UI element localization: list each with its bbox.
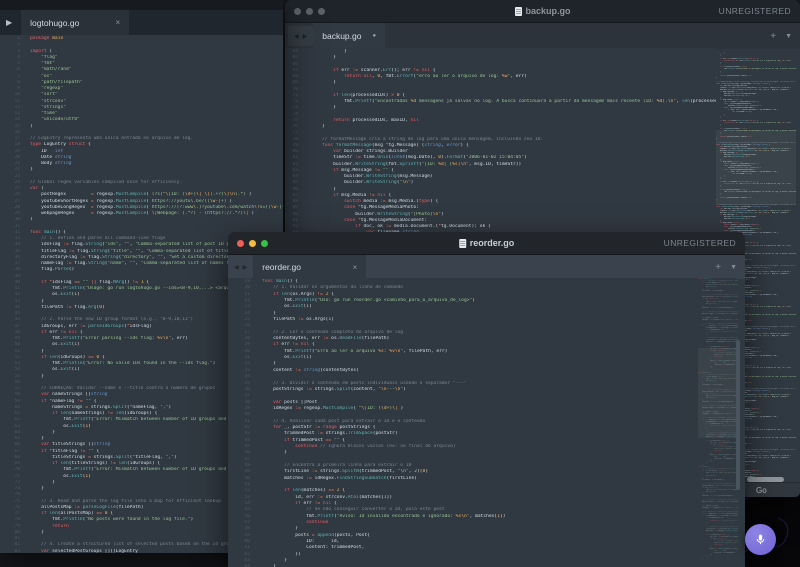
code-line[interactable]: webpageRegex = regexp.MustCompile(`\|Web… <box>30 211 283 217</box>
tab-overflow-button[interactable]: ▼ <box>785 33 792 40</box>
desktop: backup.go UNREGISTERED ◀▶ backup.go ● + … <box>0 0 800 567</box>
code-lines[interactable]: func main() { // 1. Validar os argumento… <box>262 278 736 567</box>
minimap-line: content := string(contentBytes) <box>698 307 738 309</box>
tab-scroll-left-icon[interactable]: ◀ <box>294 33 299 40</box>
tab-label: backup.go <box>322 31 361 41</box>
new-tab-button[interactable]: + <box>770 31 776 42</box>
voice-assistant-button[interactable] <box>745 524 776 555</box>
microphone-icon <box>754 533 767 546</box>
unsaved-changes-icon: ● <box>372 33 376 39</box>
minimap-line: idRegex := regexp.MustCompile(`^\|ID: (\… <box>698 507 738 509</box>
close-tab-icon[interactable]: × <box>115 18 120 27</box>
window-reorder[interactable]: reorder.go UNREGISTERED ◀▶ reorder.go × … <box>228 232 745 567</box>
minimize-window-button[interactable] <box>249 240 256 247</box>
tab-nav-arrows: ▶ <box>0 10 18 35</box>
minimap-line: matches := idRegex.FindStringSubmatch(fi… <box>698 530 738 532</box>
tab-label: reorder.go <box>262 262 301 272</box>
code-line[interactable]: fmt.Printf("Encontradas %d mensagens já … <box>322 99 716 105</box>
minimap-line: postStrings := strings.Split(content, "\… <box>698 313 738 315</box>
minimap-line: return nil, 0, fmt.Errorf("erro ao ler o… <box>716 122 796 124</box>
window-controls <box>237 240 268 247</box>
zoom-window-button[interactable] <box>261 240 268 247</box>
tab-overflow-button[interactable]: ▼ <box>730 264 737 271</box>
tab-scroll-right-icon[interactable]: ▶ <box>243 264 248 271</box>
titlebar-reorder[interactable]: reorder.go UNREGISTERED <box>228 232 745 255</box>
minimap-line: postStrings := strings.Split(content, "\… <box>698 501 738 503</box>
minimap-line: return nil, 0, fmt.Errorf("erro ao ler o… <box>716 60 796 62</box>
minimap-line: } <box>698 558 738 560</box>
tab-reorder-go[interactable]: reorder.go × <box>253 255 366 279</box>
minimap-viewport[interactable] <box>716 130 796 205</box>
zoom-window-button[interactable] <box>318 8 325 15</box>
tab-backup-go[interactable]: backup.go ● <box>313 23 385 49</box>
line-number: 83 <box>0 549 20 554</box>
tab-bar-backup: ◀▶ backup.go ● + ▼ <box>285 23 800 49</box>
titlebar-backup[interactable]: backup.go UNREGISTERED <box>285 0 800 23</box>
unregistered-label: UNREGISTERED <box>719 6 791 16</box>
tab-nav-arrows: ◀▶ <box>288 26 313 46</box>
tab-label: logtohugo.go <box>30 18 79 28</box>
close-window-button[interactable] <box>237 240 244 247</box>
window-title: backup.go <box>525 6 570 16</box>
new-tab-button[interactable]: + <box>715 262 721 273</box>
syntax-mode-label[interactable]: Go <box>756 486 767 495</box>
code-editor-reorder[interactable]: 1920212223242526272829303132333435363738… <box>228 278 736 567</box>
minimap-line: fmt.Printf("Encontradas %d mensagens já … <box>716 68 796 70</box>
line-number-gutter: 1234567891011121314151617181920212223242… <box>0 35 20 553</box>
tab-actions: + ▼ <box>707 255 745 279</box>
close-window-button[interactable] <box>294 8 301 15</box>
unregistered-label: UNREGISTERED <box>664 238 736 248</box>
tab-scroll-right-icon[interactable]: ▶ <box>303 33 308 40</box>
tab-scroll-right-icon[interactable]: ▶ <box>6 18 12 27</box>
close-tab-icon[interactable]: × <box>353 263 358 272</box>
tab-bar-reorder: ◀▶ reorder.go × + ▼ <box>228 255 745 279</box>
minimap-line: idRegex := regexp.MustCompile(`^\|ID: (\… <box>698 319 738 321</box>
tab-actions: + ▼ <box>762 23 800 49</box>
tab-scroll-left-icon[interactable]: ◀ <box>234 264 239 271</box>
tab-nav-arrows: ◀▶ <box>228 255 253 279</box>
window-title-group: reorder.go <box>459 238 515 248</box>
minimap-viewport[interactable] <box>698 348 738 438</box>
line-number-gutter: 1920212223242526272829303132333435363738… <box>228 278 250 567</box>
window-top-edge <box>0 0 283 10</box>
tab-bar-logtohugo: ▶ logtohugo.go × <box>0 10 283 35</box>
document-icon <box>514 7 521 16</box>
tab-logtohugo-go[interactable]: logtohugo.go × <box>21 10 129 35</box>
document-icon <box>459 239 466 248</box>
minimize-window-button[interactable] <box>306 8 313 15</box>
window-controls <box>294 8 325 15</box>
minimap-line: matches := idRegex.FindStringSubmatch(fi… <box>698 341 738 343</box>
window-title-group: backup.go <box>514 6 570 16</box>
window-title: reorder.go <box>470 238 515 248</box>
vertical-scrollbar-thumb[interactable] <box>736 340 740 490</box>
minimap-line: content := string(contentBytes) <box>698 495 738 497</box>
